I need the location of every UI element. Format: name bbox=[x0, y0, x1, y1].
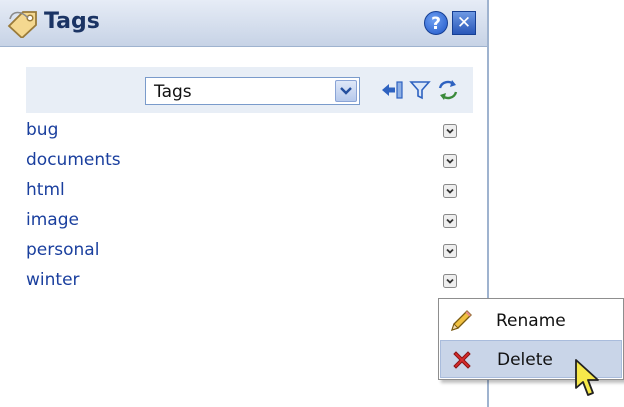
tag-menu-chevron-icon[interactable] bbox=[443, 214, 457, 228]
refresh-icon[interactable] bbox=[436, 78, 460, 102]
menu-item-label: Rename bbox=[496, 311, 566, 331]
close-button[interactable]: ✕ bbox=[452, 11, 476, 35]
tag-menu-chevron-icon[interactable] bbox=[443, 274, 457, 288]
delete-x-icon bbox=[453, 351, 471, 369]
tag-row: documents bbox=[26, 145, 473, 175]
tag-row: html bbox=[26, 175, 473, 205]
tag-row: image bbox=[26, 205, 473, 235]
tag-icon bbox=[7, 11, 37, 38]
tag-link[interactable]: documents bbox=[26, 150, 121, 170]
menu-item-rename[interactable]: Rename bbox=[440, 302, 622, 340]
chevron-down-icon bbox=[340, 87, 352, 95]
panel-titlebar: Tags ? ✕ bbox=[0, 0, 487, 47]
tag-link[interactable]: bug bbox=[26, 120, 58, 140]
tag-menu-chevron-icon[interactable] bbox=[443, 244, 457, 258]
tag-link[interactable]: personal bbox=[26, 240, 99, 260]
dropdown-arrow-button[interactable] bbox=[335, 80, 357, 102]
tag-link[interactable]: winter bbox=[26, 270, 80, 290]
import-tags-icon[interactable] bbox=[380, 78, 404, 102]
tag-menu-chevron-icon[interactable] bbox=[443, 154, 457, 168]
filter-icon[interactable] bbox=[408, 78, 432, 102]
pencil-icon bbox=[450, 310, 472, 332]
select-value: Tags bbox=[154, 82, 192, 102]
mouse-pointer-icon bbox=[575, 359, 599, 396]
tag-row: winter bbox=[26, 265, 473, 295]
tag-row: personal bbox=[26, 235, 473, 265]
help-button[interactable]: ? bbox=[424, 11, 448, 35]
tag-view-select[interactable]: Tags bbox=[145, 77, 360, 105]
tag-menu-chevron-icon[interactable] bbox=[443, 124, 457, 138]
tag-list: bug documents html image personal winter bbox=[26, 115, 473, 295]
tag-menu-chevron-icon[interactable] bbox=[443, 184, 457, 198]
tag-link[interactable]: image bbox=[26, 210, 79, 230]
tag-link[interactable]: html bbox=[26, 180, 65, 200]
tag-row: bug bbox=[26, 115, 473, 145]
tags-toolbar: Tags bbox=[26, 67, 473, 113]
tags-panel: Tags ? ✕ Tags bug documents html image p… bbox=[0, 0, 489, 407]
panel-title: Tags bbox=[44, 9, 100, 34]
menu-item-label: Delete bbox=[497, 350, 553, 370]
